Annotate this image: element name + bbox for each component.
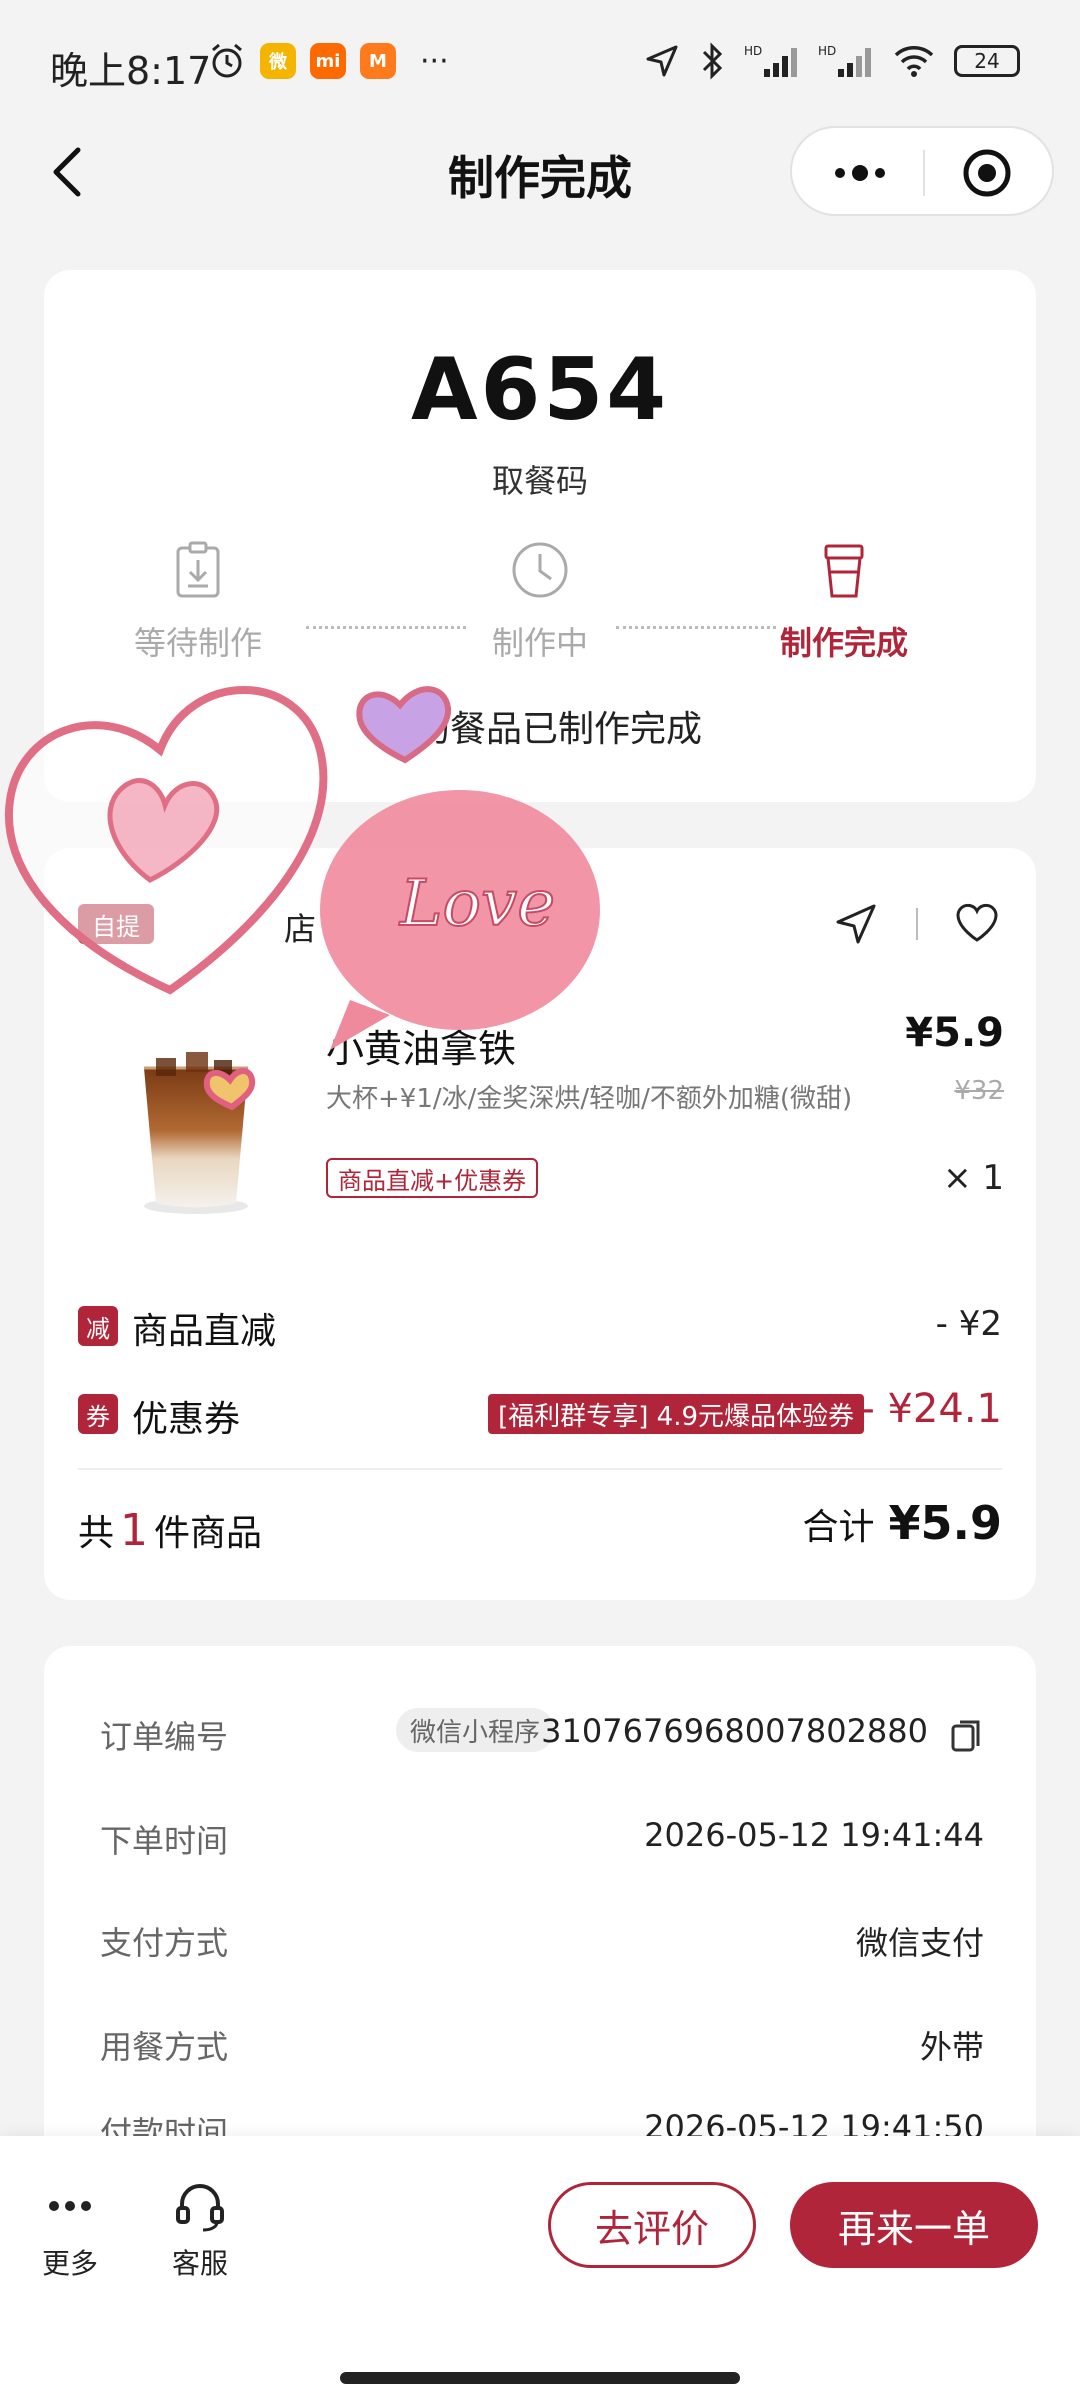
- clock-icon: [512, 542, 568, 598]
- battery-indicator: 24: [954, 45, 1020, 77]
- pickup-code-label: 取餐码: [491, 462, 588, 500]
- signal-hd-icon: HD: [744, 44, 797, 77]
- svg-text:HD: HD: [744, 44, 762, 58]
- order-time-label: 下单时间: [100, 1822, 229, 1860]
- pickup-status-card: A654 取餐码 等待制作 制作中 制作完成 您的餐品已制作完成: [44, 270, 1036, 802]
- order-items-card: 自提 店 小黄油拿铁 大杯+¥1/冰/金奖深烘/轻咖/不额外加糖(微甜) 商品直…: [44, 848, 1036, 1600]
- pickup-code: A654: [410, 340, 670, 440]
- status-app-icons: 微 mi M ···: [208, 42, 449, 80]
- weibo-icon: 微: [260, 43, 296, 79]
- mango-icon: M: [360, 43, 396, 79]
- mi-icon: mi: [310, 43, 346, 79]
- step-making: 制作中: [440, 538, 640, 664]
- discount-badge: 减: [78, 1306, 118, 1346]
- info-row-pay-method: 支付方式 微信支付: [100, 1918, 984, 1968]
- info-row-order-no: 订单编号 微信小程序 3107676968007802880: [100, 1708, 984, 1762]
- order-total: 合计 ¥5.9: [802, 1496, 1002, 1550]
- original-price: ¥32: [954, 1076, 1004, 1106]
- step-label: 等待制作: [133, 624, 262, 662]
- total-amount: ¥5.9: [888, 1496, 1003, 1550]
- order-no-value: 3107676968007802880: [541, 1712, 928, 1750]
- bottom-action-bar: 更多 客服 去评价 再来一单: [0, 2136, 1080, 2400]
- progress-steps: 等待制作 制作中 制作完成: [44, 538, 1036, 678]
- store-name: 店: [284, 910, 317, 948]
- customer-service-button[interactable]: 客服: [150, 2176, 250, 2282]
- coupon-label: 优惠券: [132, 1399, 241, 1440]
- svg-text:HD: HD: [818, 44, 836, 58]
- more-menu-icon[interactable]: [822, 148, 898, 198]
- step-connector: [306, 626, 466, 629]
- more-dots-icon: [49, 2201, 91, 2211]
- promo-tag: 商品直减+优惠券: [326, 1158, 539, 1198]
- order-time-value: 2026-05-12 19:41:44: [644, 1816, 984, 1854]
- reorder-button[interactable]: 再来一单: [790, 2182, 1038, 2268]
- order-source-tag: 微信小程序: [395, 1708, 554, 1752]
- dining-label: 用餐方式: [100, 2028, 229, 2066]
- discount-label: 商品直减: [132, 1311, 277, 1352]
- coupon-value: - ¥24.1: [860, 1386, 1002, 1432]
- capsule-divider: [923, 150, 925, 196]
- pay-method-label: 支付方式: [100, 1924, 229, 1962]
- divider: [78, 1468, 1002, 1470]
- nav-bar: 制作完成: [0, 120, 1080, 230]
- status-right: HD HD 24: [644, 42, 1020, 80]
- coupon-badge: 券: [78, 1394, 118, 1434]
- close-miniprogram-icon[interactable]: [960, 146, 1014, 200]
- icon-divider: [916, 908, 918, 940]
- product-spec: 大杯+¥1/冰/金奖深烘/轻咖/不额外加糖(微甜): [326, 1084, 853, 1114]
- pickup-tag: 自提: [78, 904, 154, 944]
- discount-value: - ¥2: [935, 1304, 1002, 1344]
- home-indicator[interactable]: [340, 2372, 740, 2384]
- product-image: [144, 1052, 248, 1214]
- discount-row-coupon[interactable]: 券 优惠券 [福利群专享] 4.9元爆品体验券 - ¥24.1: [78, 1386, 1002, 1442]
- status-message: 您的餐品已制作完成: [377, 709, 702, 750]
- order-no-label: 订单编号: [100, 1718, 229, 1756]
- total-label: 合计: [802, 1507, 875, 1548]
- status-bar: 晚上8:17 微 mi M ··· HD HD 24: [0, 0, 1080, 120]
- step-connector: [616, 626, 776, 629]
- clipboard-download-icon: [176, 541, 220, 598]
- info-row-dining: 用餐方式 外带: [100, 2022, 984, 2072]
- cup-icon: [824, 544, 864, 598]
- product-quantity: × 1: [943, 1158, 1004, 1198]
- service-label: 客服: [171, 2247, 228, 2280]
- navigate-icon[interactable]: [832, 900, 880, 948]
- more-label: 更多: [41, 2247, 98, 2280]
- alarm-icon: [212, 43, 242, 78]
- miniprogram-capsule: [790, 126, 1054, 216]
- bluetooth-icon: [702, 42, 723, 80]
- review-button[interactable]: 去评价: [548, 2182, 756, 2268]
- item-count-prefix: 共: [78, 1513, 115, 1554]
- step-waiting: 等待制作: [98, 538, 298, 664]
- wifi-icon: [894, 46, 934, 77]
- discount-row-direct: 减 商品直减 - ¥2: [78, 1298, 1002, 1354]
- info-row-order-time: 下单时间 2026-05-12 19:41:44: [100, 1816, 984, 1866]
- item-count: 共 1 件商品: [78, 1504, 262, 1556]
- step-label: 制作完成: [779, 624, 908, 662]
- copy-icon[interactable]: [950, 1718, 984, 1754]
- headset-icon: [176, 2184, 224, 2232]
- signal-hd-2-icon: HD: [818, 44, 871, 77]
- step-done: 制作完成: [744, 538, 944, 664]
- heart-icon[interactable]: [952, 898, 1002, 948]
- step-label: 制作中: [491, 624, 588, 662]
- status-time: 晚上8:17: [50, 49, 212, 93]
- item-count-number: 1: [120, 1505, 149, 1556]
- dining-value: 外带: [919, 2028, 984, 2066]
- more-button[interactable]: 更多: [20, 2176, 120, 2282]
- item-count-suffix: 件商品: [154, 1513, 263, 1554]
- location-icon: [646, 45, 678, 77]
- coupon-name: [福利群专享] 4.9元爆品体验券: [488, 1394, 864, 1434]
- pay-method-value: 微信支付: [855, 1924, 984, 1962]
- product-price: ¥5.9: [905, 1010, 1004, 1056]
- product-name: 小黄油拿铁: [326, 1027, 517, 1071]
- more-notifications-icon: ···: [420, 43, 449, 79]
